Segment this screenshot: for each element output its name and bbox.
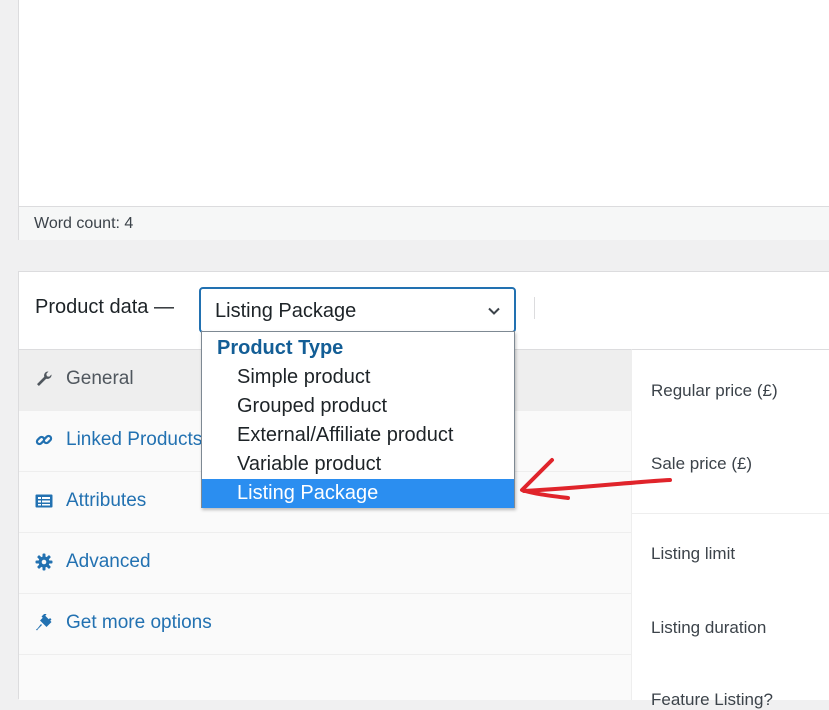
dropdown-group-label: Product Type — [217, 337, 344, 359]
general-options-panel: Regular price (£) Sale price (£) Listing… — [631, 349, 829, 709]
panel-divider — [632, 513, 829, 514]
feature-listing-label: Feature Listing? — [651, 690, 773, 709]
wrench-icon — [37, 371, 52, 386]
tab-attributes-label: Attributes — [66, 490, 147, 511]
editor-area[interactable]: Word count: 4 — [18, 0, 829, 240]
editor-status-bar: Word count: 4 — [19, 206, 829, 240]
option-external-affiliate-product[interactable]: External/Affiliate product — [202, 421, 514, 450]
product-type-dropdown: Product Type Simple product Grouped prod… — [201, 331, 515, 508]
list-icon — [35, 494, 53, 508]
tab-general-label: General — [66, 368, 134, 389]
option-variable-product[interactable]: Variable product — [202, 450, 514, 479]
tab-get-more-options-label: Get more options — [66, 612, 212, 633]
option-grouped-product[interactable]: Grouped product — [202, 392, 514, 421]
tab-advanced-label: Advanced — [66, 551, 151, 572]
tab-advanced[interactable]: Advanced — [19, 533, 631, 594]
product-type-selected-value: Listing Package — [215, 300, 357, 322]
gear-icon — [35, 553, 53, 571]
annotation-arrow-icon — [520, 458, 672, 500]
option-listing-package[interactable]: Listing Package — [202, 479, 514, 508]
listing-limit-label: Listing limit — [651, 544, 736, 563]
word-count: Word count: 4 — [34, 215, 134, 232]
product-type-select[interactable]: Listing Package — [199, 287, 516, 333]
product-data-title: Product data — — [35, 296, 174, 318]
tab-linked-products-label: Linked Products — [66, 429, 203, 450]
option-simple-product[interactable]: Simple product — [202, 363, 514, 392]
regular-price-label: Regular price (£) — [651, 381, 778, 400]
plugin-icon — [36, 614, 52, 631]
link-icon — [35, 434, 53, 446]
header-divider — [534, 297, 535, 319]
chevron-down-icon — [488, 307, 500, 315]
listing-duration-label: Listing duration — [651, 618, 767, 637]
tab-get-more-options[interactable]: Get more options — [19, 594, 631, 655]
